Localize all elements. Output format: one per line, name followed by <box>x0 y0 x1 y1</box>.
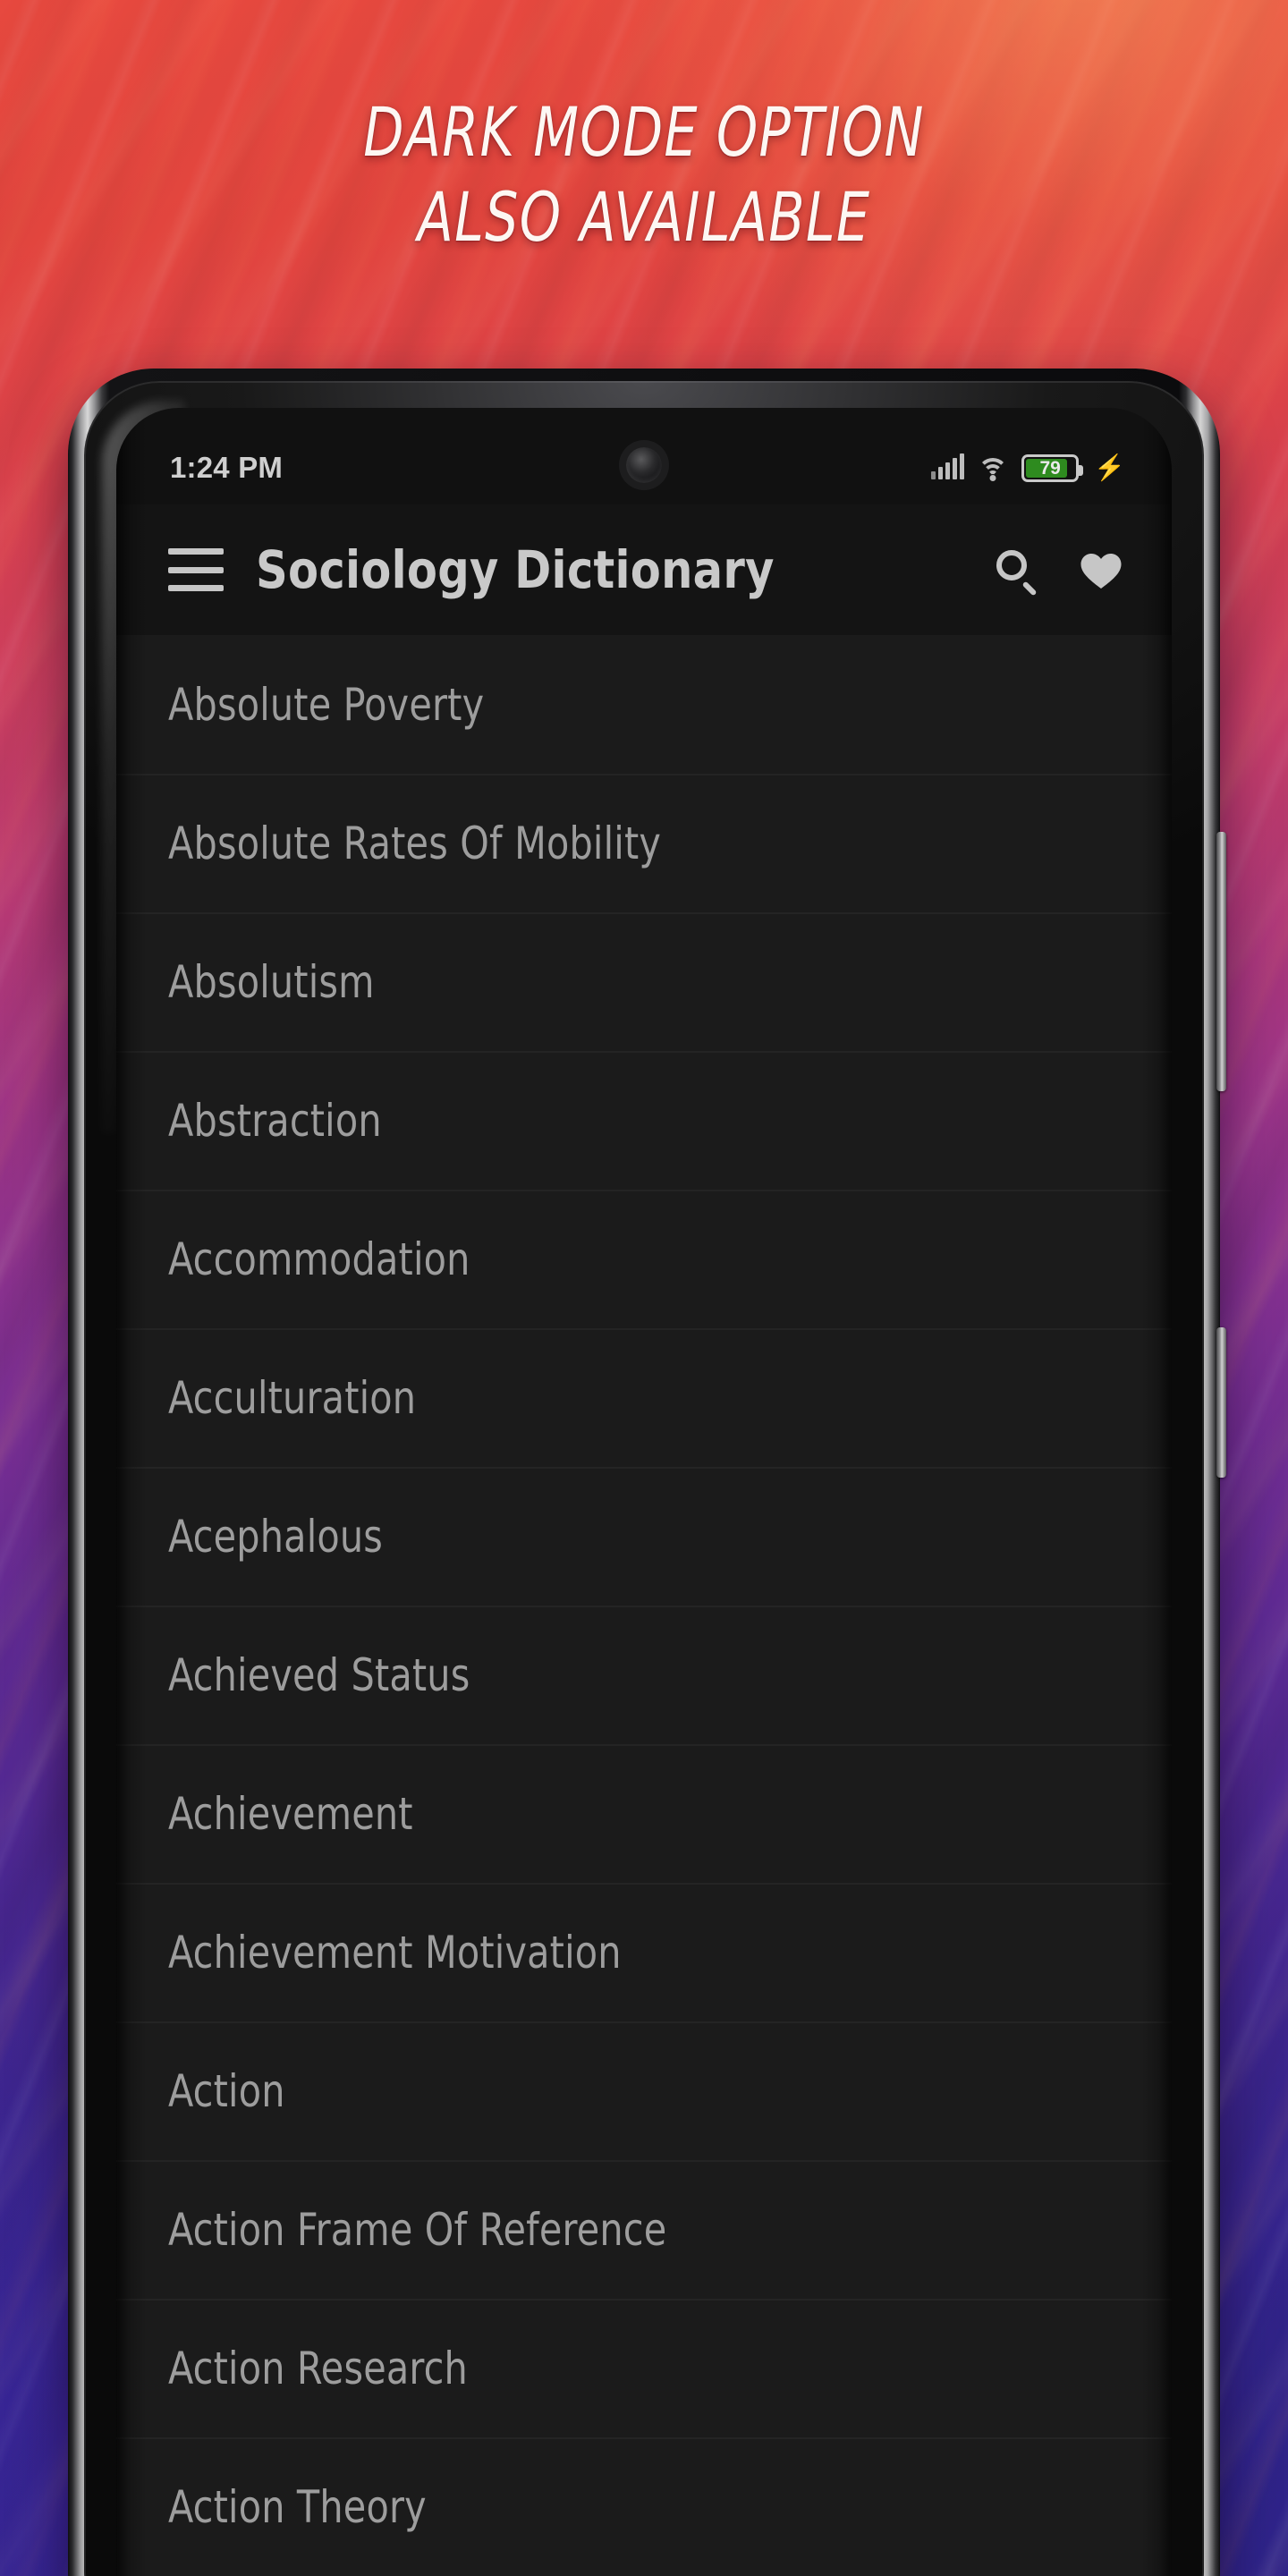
battery-level-label: 79 <box>1039 457 1061 479</box>
list-item[interactable]: Abstraction <box>116 1051 1172 1190</box>
list-item[interactable]: Action <box>116 2021 1172 2160</box>
list-item[interactable]: Acephalous <box>116 1467 1172 1606</box>
heart-icon[interactable] <box>1077 546 1125 594</box>
list-item[interactable]: Acculturation <box>116 1328 1172 1467</box>
status-bar-indicators: 79 ⚡ <box>931 453 1125 482</box>
headline-line-2: ALSO AVAILABLE <box>417 177 871 258</box>
list-item[interactable]: Action Theory <box>116 2437 1172 2576</box>
status-bar-clock: 1:24 PM <box>170 451 284 484</box>
list-item-label: Absolutism <box>168 955 375 1008</box>
list-item[interactable]: Absolute Rates Of Mobility <box>116 774 1172 912</box>
list-item-label: Achieved Status <box>168 1648 470 1701</box>
status-bar: 1:24 PM 79 ⚡ <box>116 408 1172 504</box>
promo-headline: DARK MODE OPTION ALSO AVAILABLE <box>0 97 1288 252</box>
list-item-label: Action <box>168 2064 285 2117</box>
signal-bars-icon <box>931 453 965 479</box>
list-item-label: Absolute Poverty <box>168 678 485 731</box>
list-item[interactable]: Action Research <box>116 2299 1172 2437</box>
wifi-icon <box>978 456 1009 481</box>
page-title: Sociology Dictionary <box>256 539 775 600</box>
list-item-label: Acculturation <box>168 1371 417 1424</box>
list-item-label: Achievement Motivation <box>168 1926 622 1979</box>
list-item-label: Achievement <box>168 1787 413 1840</box>
list-item-label: Absolute Rates Of Mobility <box>168 817 662 869</box>
front-camera-punch-hole-icon <box>626 447 662 483</box>
hamburger-menu-icon[interactable] <box>168 548 224 591</box>
app-bar: Sociology Dictionary <box>116 504 1172 635</box>
list-item-label: Action Theory <box>168 2480 427 2533</box>
list-item[interactable]: Absolutism <box>116 912 1172 1051</box>
list-item[interactable]: Achievement Motivation <box>116 1883 1172 2021</box>
app-bar-actions <box>995 546 1125 594</box>
promo-background: DARK MODE OPTION ALSO AVAILABLE 1:24 PM <box>0 0 1288 2576</box>
lightning-bolt-icon: ⚡ <box>1094 453 1125 481</box>
list-item-label: Action Research <box>168 2342 468 2394</box>
list-item[interactable]: Achieved Status <box>116 1606 1172 1744</box>
dictionary-term-list[interactable]: Absolute Poverty Absolute Rates Of Mobil… <box>116 635 1172 2576</box>
list-item-label: Acephalous <box>168 1510 384 1563</box>
headline-line-1: DARK MODE OPTION <box>363 92 925 172</box>
phone-screen: 1:24 PM 79 ⚡ Sociology Dictionary Absolu… <box>116 408 1172 2576</box>
list-item-label: Action Frame Of Reference <box>168 2203 667 2256</box>
power-button[interactable] <box>1216 1327 1226 1478</box>
list-item[interactable]: Absolute Poverty <box>116 635 1172 774</box>
phone-mockup: 1:24 PM 79 ⚡ Sociology Dictionary Absolu… <box>68 369 1226 2576</box>
search-icon[interactable] <box>995 548 1038 591</box>
list-item-label: Accommodation <box>168 1233 470 1285</box>
list-item[interactable]: Action Frame Of Reference <box>116 2160 1172 2299</box>
phone-bezel: 1:24 PM 79 ⚡ Sociology Dictionary Absolu… <box>84 381 1204 2576</box>
battery-icon: 79 <box>1021 453 1084 482</box>
volume-rocker-button[interactable] <box>1216 832 1226 1091</box>
list-item[interactable]: Accommodation <box>116 1190 1172 1328</box>
list-item-label: Abstraction <box>168 1094 382 1147</box>
list-item[interactable]: Achievement <box>116 1744 1172 1883</box>
